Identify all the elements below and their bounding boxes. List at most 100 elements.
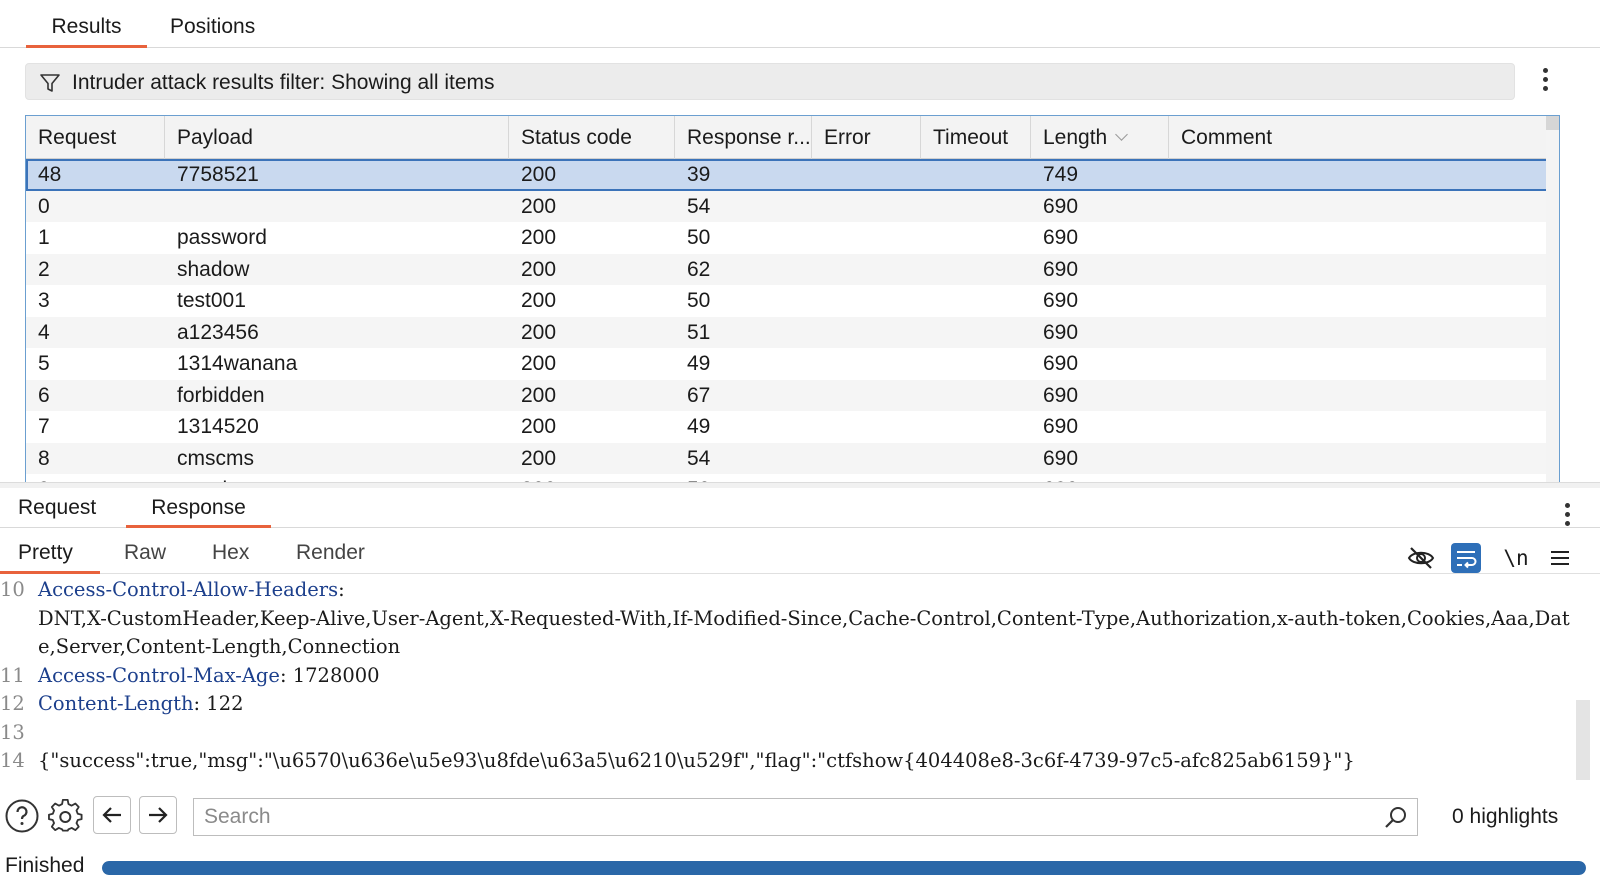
- attack-progress-bar: [102, 861, 1586, 875]
- table-scrollbar-thumb[interactable]: [1546, 116, 1559, 130]
- search-box[interactable]: [193, 798, 1418, 836]
- menu-icon[interactable]: [1545, 543, 1575, 573]
- header-value: 122: [200, 692, 244, 715]
- cell-error: [812, 411, 921, 443]
- table-row[interactable]: 5 1314wanana 200 49 690: [26, 348, 1548, 380]
- cell-payload: a123456: [177, 320, 259, 344]
- column-header-length[interactable]: Length: [1031, 116, 1169, 159]
- cell-length: 690: [1043, 257, 1079, 281]
- help-icon[interactable]: [4, 798, 40, 834]
- cell-timeout: [921, 411, 1031, 443]
- column-header-timeout[interactable]: Timeout: [921, 116, 1031, 159]
- cell-payload: 7758521: [177, 163, 259, 186]
- column-header-request[interactable]: Request: [26, 116, 165, 159]
- cell-comment: [1169, 285, 1548, 317]
- cell-error: [812, 222, 921, 254]
- settings-gear-icon[interactable]: [48, 798, 84, 834]
- header-separator: :: [279, 663, 287, 687]
- editor-scrollbar[interactable]: [1576, 700, 1590, 780]
- line-text: {"success":true,"msg":"\u6570\u636e\u5e9…: [38, 747, 1575, 776]
- table-row[interactable]: 3 test001 200 50 690: [26, 285, 1548, 317]
- cell-payload: 1314520: [177, 415, 259, 438]
- table-scrollbar[interactable]: [1546, 116, 1559, 487]
- cell-length: 690: [1043, 383, 1079, 407]
- cell-length: 690: [1043, 289, 1079, 312]
- cell-request: 6: [38, 383, 50, 407]
- search-input[interactable]: [194, 799, 1364, 835]
- cell-comment: [1169, 348, 1548, 380]
- cell-length: 690: [1043, 320, 1079, 344]
- cell-timeout: [921, 285, 1031, 317]
- tab-response[interactable]: Response: [126, 488, 271, 528]
- cell-response: 39: [687, 163, 711, 186]
- column-header-status-code[interactable]: Status code: [509, 116, 675, 159]
- tab-pretty[interactable]: Pretty: [0, 530, 100, 574]
- cell-comment: [1169, 443, 1548, 475]
- cell-request: 3: [38, 289, 50, 312]
- header-name: Access-Control-Max-Age: [38, 663, 280, 687]
- cell-status: 200: [521, 446, 557, 470]
- more-options-icon[interactable]: [1543, 68, 1549, 94]
- cell-response: 50: [687, 226, 711, 249]
- next-match-button[interactable]: [139, 796, 177, 834]
- filter-text: Intruder attack results filter: Showing …: [72, 71, 495, 94]
- column-header-error[interactable]: Error: [812, 116, 921, 159]
- tab-raw[interactable]: Raw: [124, 530, 166, 572]
- code-line: 13: [0, 719, 1575, 748]
- word-wrap-icon[interactable]: [1451, 543, 1481, 573]
- column-header-comment[interactable]: Comment: [1169, 116, 1548, 159]
- table-row[interactable]: 2 shadow 200 62 690: [26, 253, 1548, 285]
- attack-progress-fill: [102, 861, 1586, 875]
- column-header-response-received[interactable]: Response r...: [675, 116, 812, 159]
- arrow-left-icon: [102, 807, 121, 823]
- header-name: Content-Length: [38, 692, 194, 715]
- column-header-payload[interactable]: Payload: [165, 116, 509, 159]
- tab-render[interactable]: Render: [296, 530, 365, 572]
- cell-response: 49: [687, 352, 711, 375]
- code-line: 14 {"success":true,"msg":"\u6570\u636e\u5…: [0, 747, 1575, 776]
- tab-hex[interactable]: Hex: [212, 530, 249, 572]
- cell-comment: [1169, 411, 1548, 443]
- cell-payload: password: [177, 226, 267, 249]
- cell-error: [812, 285, 921, 317]
- table-header: Request Payload Status code Response r..…: [26, 116, 1548, 159]
- header-value: DNT,X-CustomHeader,Keep-Alive,User-Agent…: [38, 606, 1570, 659]
- cell-error: [812, 191, 921, 223]
- table-row[interactable]: 1 password 200 50 690: [26, 222, 1548, 254]
- header-separator: :: [338, 578, 345, 601]
- tab-positions[interactable]: Positions: [170, 0, 255, 46]
- cell-payload: forbidden: [177, 383, 265, 407]
- table-row[interactable]: 7 1314520 200 49 690: [26, 411, 1548, 443]
- header-name: Access-Control-Allow-Headers: [38, 578, 339, 601]
- cell-payload: cmscms: [177, 446, 254, 470]
- cell-response: 54: [687, 194, 711, 218]
- table-row[interactable]: 48 7758521 200 39 749: [26, 159, 1548, 191]
- response-editor[interactable]: 10 Access-Control-Allow-Headers: DNT,X-Cu…: [0, 576, 1575, 780]
- cell-length: 690: [1043, 446, 1079, 470]
- table-row[interactable]: 6 forbidden 200 67 690: [26, 379, 1548, 412]
- table-row[interactable]: 4 a123456 200 51 690: [26, 316, 1548, 348]
- table-row[interactable]: 0 200 54 690: [26, 190, 1548, 223]
- attack-status-text: Finished: [5, 854, 85, 877]
- results-table: Request Payload Status code Response r..…: [25, 115, 1560, 488]
- message-options-icon[interactable]: [1565, 503, 1571, 529]
- cell-timeout: [921, 380, 1031, 412]
- table-row[interactable]: 8 cmscms 200 54 690: [26, 442, 1548, 475]
- line-text: Content-Length: 122: [38, 690, 1575, 719]
- tab-results[interactable]: Results: [26, 0, 147, 48]
- search-icon[interactable]: [1383, 805, 1409, 831]
- tab-request[interactable]: Request: [18, 488, 96, 526]
- hide-non-printable-icon[interactable]: [1406, 543, 1436, 573]
- cell-error: [812, 443, 921, 475]
- cell-request: 1: [38, 226, 50, 249]
- previous-match-button[interactable]: [93, 796, 131, 834]
- show-newlines-icon[interactable]: \n: [1501, 543, 1531, 573]
- cell-status: 200: [521, 383, 557, 407]
- sort-descending-icon: [1115, 128, 1129, 141]
- results-filter-bar[interactable]: Intruder attack results filter: Showing …: [25, 63, 1515, 100]
- cell-status: 200: [521, 415, 557, 438]
- cell-length: 690: [1043, 226, 1079, 249]
- line-text: Access-Control-Allow-Headers: DNT,X-Cust…: [38, 576, 1575, 662]
- line-number: 13: [0, 720, 25, 744]
- arrow-right-icon: [149, 807, 168, 823]
